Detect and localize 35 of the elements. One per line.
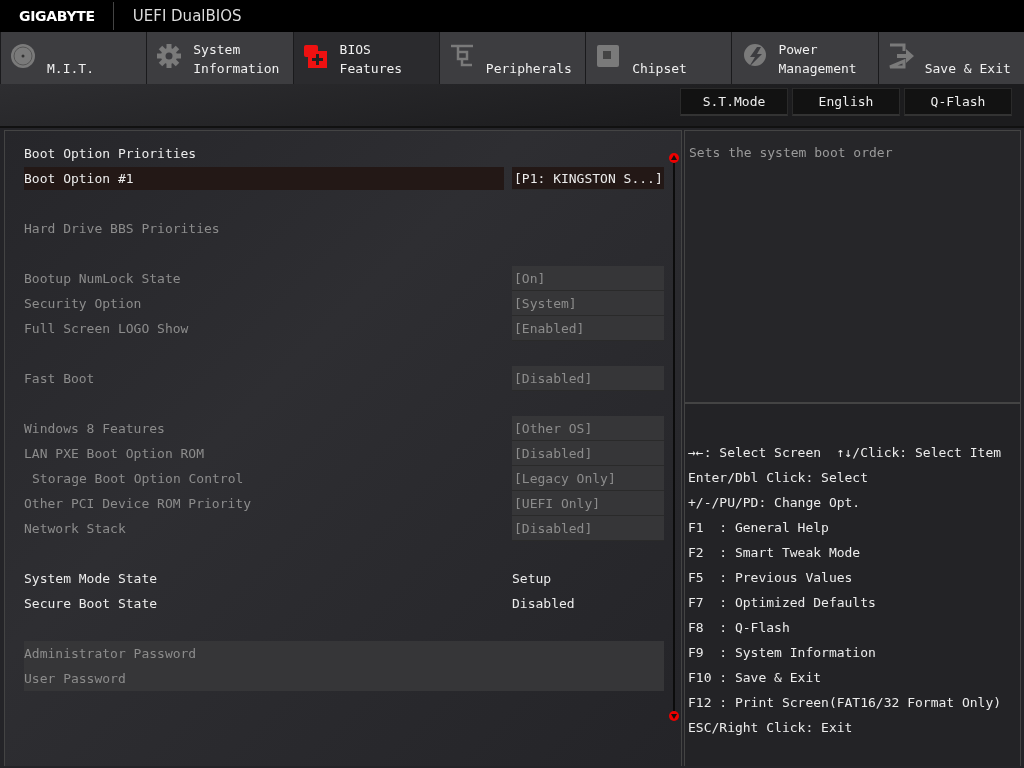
nav-tab[interactable]: Peripherals xyxy=(439,32,586,84)
help-text: F10 : Save & Exit xyxy=(688,669,823,687)
chip-icon xyxy=(301,42,330,70)
gear-icon xyxy=(155,42,184,70)
nav-tab[interactable]: Power Management xyxy=(732,32,878,84)
help-text: F7 : Optimized Defaults xyxy=(688,594,877,612)
help-text: F8 : Q-Flash xyxy=(688,619,791,637)
nav-tab[interactable]: M.I.T. xyxy=(1,32,147,84)
help-text: F1 : General Help xyxy=(688,519,830,537)
help-text: F12 : Print Screen(FAT16/32 Format Only) xyxy=(688,694,1003,712)
app-title: UEFI DualBIOS xyxy=(131,7,242,25)
help-text: F9 : System Information xyxy=(688,644,877,662)
help-text: +/-/PU/PD: Change Opt. xyxy=(688,494,862,512)
brand-logo: GIGABYTE xyxy=(18,8,96,24)
help-text: Enter/Dbl Click: Select xyxy=(688,469,869,487)
help-text: →←: Select Screen ↑↓/Click: Select Item xyxy=(688,444,1003,462)
info-label: System Mode State xyxy=(24,570,159,588)
nav-tab[interactable]: Chipset xyxy=(586,32,732,84)
help-text: F5 : Previous Values xyxy=(688,569,854,587)
disc-icon xyxy=(9,42,37,70)
setting-value[interactable]: [P1: KINGSTON S...] xyxy=(512,167,664,190)
toolbar-button[interactable]: English xyxy=(792,88,900,116)
help-text: ESC/Right Click: Exit xyxy=(688,719,854,737)
info-value: Setup xyxy=(512,570,553,588)
help-text: F2 : Smart Tweak Mode xyxy=(688,544,862,562)
section-heading: Boot Option Priorities xyxy=(24,145,198,163)
toolbar-button[interactable]: Q-Flash xyxy=(904,88,1012,116)
setting-label[interactable]: Boot Option #1 xyxy=(24,167,504,190)
nav-tab[interactable]: Save & Exit xyxy=(878,32,1024,84)
toolbar-button[interactable]: S.T.Mode xyxy=(680,88,788,116)
nav-tab[interactable]: BIOS Features xyxy=(293,32,439,84)
info-label: Secure Boot State xyxy=(24,595,159,613)
nav-tab[interactable]: System Information xyxy=(147,32,293,84)
info-value: Disabled xyxy=(512,595,576,613)
description-text: Sets the system boot order xyxy=(689,145,893,160)
